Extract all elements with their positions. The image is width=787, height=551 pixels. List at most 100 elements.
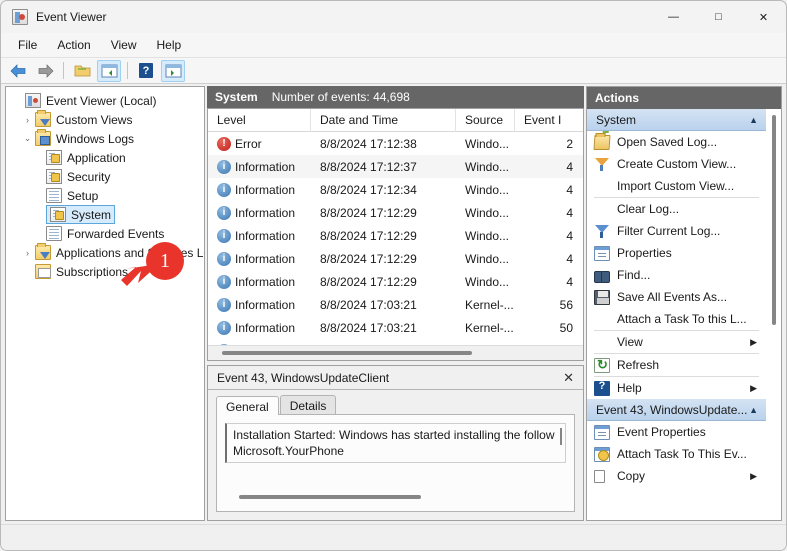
tab-details[interactable]: Details xyxy=(279,395,337,414)
actions-vertical-scrollbar[interactable] xyxy=(766,109,781,520)
collapse-chevron-icon[interactable]: ▲ xyxy=(749,405,758,415)
tree-expander[interactable]: ⌄ xyxy=(20,133,35,144)
show-tree-pane-icon[interactable] xyxy=(97,59,121,82)
folder-windows-logs-icon xyxy=(35,129,51,146)
table-row[interactable]: i Information 8/8/2024 17:03:21 Kernel-..… xyxy=(208,316,583,339)
tree-item-label: Security xyxy=(67,169,111,184)
tree-item-system[interactable]: System xyxy=(6,205,204,224)
log-key-icon xyxy=(50,207,66,222)
action-open-saved-log[interactable]: Open Saved Log... xyxy=(587,131,766,153)
action-save-all-events-as[interactable]: Save All Events As... xyxy=(587,286,766,308)
show-action-pane-icon[interactable] xyxy=(161,59,185,82)
action-import-custom-view[interactable]: Import Custom View... xyxy=(587,175,766,197)
menu-action[interactable]: Action xyxy=(48,35,99,55)
action-label: Refresh xyxy=(617,358,660,372)
actions-scroll-area: System ▲ Open Saved Log... Create Custom… xyxy=(587,109,781,520)
close-button[interactable]: ✕ xyxy=(741,1,786,33)
event-list-horizontal-scrollbar[interactable] xyxy=(208,345,583,360)
table-row[interactable]: i Information 8/8/2024 17:03:21 Kernel-..… xyxy=(208,293,583,316)
action-copy[interactable]: Copy ▶ xyxy=(587,465,766,487)
refresh-icon xyxy=(594,357,610,373)
column-header-source[interactable]: Source xyxy=(456,109,515,132)
main-content: Event Viewer (Local) › Custom Views ⌄ Wi… xyxy=(1,84,786,524)
action-find[interactable]: Find... xyxy=(587,264,766,286)
action-label: Event Properties xyxy=(617,425,706,439)
scrollbar-thumb[interactable] xyxy=(771,115,776,325)
subscriptions-icon xyxy=(35,264,51,279)
submenu-arrow-icon: ▶ xyxy=(750,382,757,393)
menu-view[interactable]: View xyxy=(102,35,146,55)
table-row[interactable]: ! Error 8/8/2024 17:12:38 Windo... 2 xyxy=(208,132,583,155)
tree-expander[interactable]: › xyxy=(20,248,35,258)
cell-level: iInformation xyxy=(208,155,311,178)
toolbar: ? xyxy=(1,58,786,84)
actions-group-event[interactable]: Event 43, WindowsUpdate... ▲ xyxy=(587,399,766,421)
table-row[interactable]: i Information 8/8/2024 17:12:34 Windo... … xyxy=(208,178,583,201)
back-arrow-icon[interactable] xyxy=(6,60,30,82)
action-attach-task-to-this-event[interactable]: Attach Task To This Ev... xyxy=(587,443,766,465)
table-row[interactable]: i Information 8/8/2024 17:12:29 Windo... … xyxy=(208,270,583,293)
tree-item-custom-views[interactable]: › Custom Views xyxy=(6,110,204,129)
action-label: Create Custom View... xyxy=(617,157,737,171)
table-row[interactable]: i Information 8/8/2024 17:12:29 Windo... … xyxy=(208,224,583,247)
action-create-custom-view[interactable]: Create Custom View... xyxy=(587,153,766,175)
close-icon[interactable]: ✕ xyxy=(561,370,576,386)
copy-icon xyxy=(594,468,610,484)
table-row[interactable]: i Information 8/8/2024 17:12:29 Windo... … xyxy=(208,247,583,270)
open-folder-icon[interactable] xyxy=(70,60,94,82)
table-row[interactable]: i Information 8/8/2024 17:12:37 Windo... … xyxy=(208,155,583,178)
action-label: Open Saved Log... xyxy=(617,135,718,149)
action-refresh[interactable]: Refresh xyxy=(587,354,766,376)
minimize-button[interactable]: — xyxy=(651,1,696,33)
help-icon[interactable]: ? xyxy=(134,60,158,82)
tree-item-subscriptions[interactable]: Subscriptions xyxy=(6,262,204,281)
folder-custom-views-icon xyxy=(35,110,51,127)
event-list-header: System Number of events: 44,698 xyxy=(207,86,584,108)
menu-file[interactable]: File xyxy=(9,35,46,55)
scrollbar-thumb[interactable] xyxy=(239,495,421,499)
action-label: Help xyxy=(617,381,642,395)
column-header-level[interactable]: Level xyxy=(208,109,311,132)
column-header-event-id[interactable]: Event I xyxy=(515,109,575,132)
tree-item-applications-and-services-logs[interactable]: › Applications and Services Lo xyxy=(6,243,204,262)
menu-help[interactable]: Help xyxy=(148,35,191,55)
cell-source: Kernel-... xyxy=(465,320,514,335)
cell-event-id: 56 xyxy=(559,297,573,312)
tree-item-application[interactable]: Application xyxy=(6,148,204,167)
event-viewer-window: Event Viewer — □ ✕ File Action View Help… xyxy=(0,0,787,551)
tree-item-security[interactable]: Security xyxy=(6,167,204,186)
tree-item-event-viewer-local[interactable]: Event Viewer (Local) xyxy=(6,91,204,110)
action-properties[interactable]: Properties xyxy=(587,242,766,264)
cell-source: Windo... xyxy=(465,274,510,289)
maximize-button[interactable]: □ xyxy=(696,1,741,33)
action-attach-a-task-to-this-log[interactable]: Attach a Task To this L... xyxy=(587,308,766,330)
information-severity-icon: i xyxy=(217,228,231,243)
action-view[interactable]: View ▶ xyxy=(587,331,766,353)
center-pane: System Number of events: 44,698 Level Da… xyxy=(207,86,584,521)
toolbar-separator xyxy=(63,62,64,79)
action-clear-log[interactable]: Clear Log... xyxy=(587,198,766,220)
action-label: Attach a Task To this L... xyxy=(617,312,747,326)
tree-item-forwarded-events[interactable]: Forwarded Events xyxy=(6,224,204,243)
save-icon xyxy=(594,289,610,305)
create-custom-view-icon xyxy=(594,157,610,172)
tree-item-setup[interactable]: Setup xyxy=(6,186,204,205)
tree-expander[interactable]: › xyxy=(20,115,35,125)
collapse-chevron-icon[interactable]: ▲ xyxy=(749,115,758,125)
action-event-properties[interactable]: Event Properties xyxy=(587,421,766,443)
table-row[interactable]: i Information 8/8/2024 17:12:29 Windo... … xyxy=(208,201,583,224)
action-help[interactable]: Help ▶ xyxy=(587,377,766,399)
actions-group-label: Event 43, WindowsUpdate... xyxy=(596,402,748,417)
scrollbar-thumb[interactable] xyxy=(222,351,472,355)
action-filter-current-log[interactable]: Filter Current Log... xyxy=(587,220,766,242)
action-label: Clear Log... xyxy=(617,202,680,216)
tab-general[interactable]: General xyxy=(216,396,279,415)
column-header-date-and-time[interactable]: Date and Time xyxy=(311,109,456,132)
event-detail-horizontal-scrollbar[interactable] xyxy=(225,491,566,503)
tree-item-windows-logs[interactable]: ⌄ Windows Logs xyxy=(6,129,204,148)
actions-pane-title: Actions xyxy=(587,87,781,109)
actions-group-system[interactable]: System ▲ xyxy=(587,109,766,131)
forward-arrow-icon[interactable] xyxy=(33,60,57,82)
tree-item-label: Forwarded Events xyxy=(67,226,165,241)
event-detail-pane: Event 43, WindowsUpdateClient ✕ General … xyxy=(207,365,584,521)
